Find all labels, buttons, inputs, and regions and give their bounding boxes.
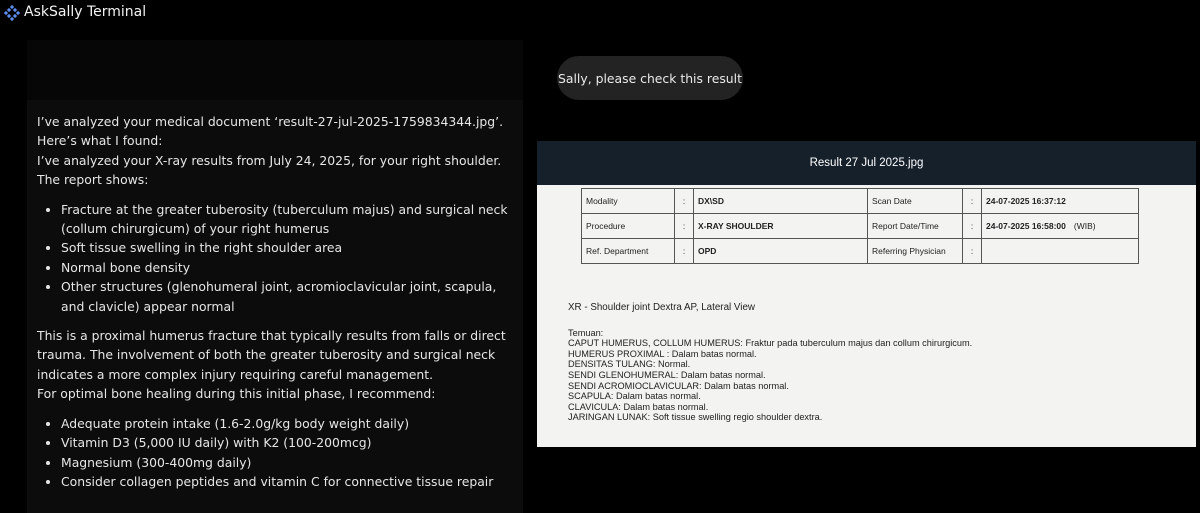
report-datetime: 24-07-2025 16:58:00	[986, 221, 1066, 231]
assistant-message: I’ve analyzed your medical document ‘res…	[37, 112, 523, 501]
document-image: Modality : DX\SD Scan Date : 24-07-2025 …	[537, 185, 1196, 447]
list-item: Other structures (glenohumeral joint, ac…	[61, 277, 523, 316]
list-item: Vitamin D3 (5,000 IU daily) with K2 (100…	[61, 433, 523, 452]
table-cell: Modality	[581, 188, 675, 214]
table-row: Modality : DX\SD Scan Date : 24-07-2025 …	[581, 188, 1139, 214]
report-line: SCAPULA: Dalam batas normal.	[568, 391, 701, 402]
attachment-header: Result 27 Jul 2025.jpg	[537, 141, 1196, 185]
table-cell	[981, 238, 1139, 264]
report-line: DENSITAS TULANG: Normal.	[568, 359, 691, 370]
app-title: AskSally Terminal	[24, 4, 147, 20]
list-item: Normal bone density	[61, 258, 523, 277]
table-cell: Referring Physician	[867, 238, 963, 264]
explanation-paragraph: This is a proximal humerus fracture that…	[37, 328, 506, 382]
table-cell: Ref. Department	[581, 238, 675, 264]
table-row: Procedure : X-RAY SHOULDER Report Date/T…	[581, 213, 1139, 239]
list-item: Adequate protein intake (1.6-2.0g/kg bod…	[61, 414, 523, 433]
table-cell: 24-07-2025 16:58:00 (WIB)	[981, 213, 1139, 239]
table-cell: :	[674, 188, 694, 214]
intro-paragraph-1: I’ve analyzed your medical document ‘res…	[37, 114, 504, 149]
table-cell: :	[962, 238, 982, 264]
report-line: CAPUT HUMERUS, COLLUM HUMERUS: Fraktur p…	[568, 338, 973, 349]
chat-panel-top	[27, 40, 523, 100]
report-body: XR - Shoulder joint Dextra AP, Lateral V…	[568, 302, 973, 423]
asksally-logo-icon	[4, 5, 20, 21]
table-row: Ref. Department : OPD Referring Physicia…	[581, 238, 1139, 264]
table-cell: :	[674, 213, 694, 239]
attachment-preview[interactable]: Result 27 Jul 2025.jpg Modality : DX\SD …	[537, 141, 1196, 447]
intro-paragraph-2: I’ve analyzed your X-ray results from Ju…	[37, 152, 502, 188]
report-line: SENDI GLENOHUMERAL: Dalam batas normal.	[568, 369, 766, 380]
report-view-title: XR - Shoulder joint Dextra AP, Lateral V…	[568, 302, 755, 313]
report-line: JARINGAN LUNAK: Soft tissue swelling reg…	[568, 412, 823, 423]
report-line: HUMERUS PROXIMAL : Dalam batas normal.	[568, 348, 757, 359]
recommend-intro: For optimal bone healing during this ini…	[37, 386, 436, 402]
table-cell: 24-07-2025 16:37:12	[981, 188, 1139, 214]
report-line: CLAVICULA: Dalam batas normal.	[568, 401, 709, 412]
attachment-filename: Result 27 Jul 2025.jpg	[809, 157, 924, 169]
table-cell: Scan Date	[867, 188, 963, 214]
table-cell: Procedure	[581, 213, 675, 239]
list-item: Magnesium (300-400mg daily)	[61, 453, 523, 472]
report-meta-table: Modality : DX\SD Scan Date : 24-07-2025 …	[581, 188, 1139, 264]
list-item: Consider collagen peptides and vitamin C…	[61, 472, 523, 491]
list-item: Soft tissue swelling in the right should…	[61, 238, 523, 257]
table-cell: X-RAY SHOULDER	[693, 213, 868, 239]
table-cell: :	[674, 238, 694, 264]
table-cell: :	[962, 213, 982, 239]
report-line: SENDI ACROMIOCLAVICULAR: Dalam batas nor…	[568, 380, 789, 391]
table-cell: OPD	[693, 238, 868, 264]
user-message-bubble: Sally, please check this result	[557, 56, 743, 100]
table-cell: :	[962, 188, 982, 214]
title-bar: AskSally Terminal	[0, 0, 1200, 27]
recommendations-list: Adequate protein intake (1.6-2.0g/kg bod…	[37, 414, 523, 492]
user-message-text: Sally, please check this result	[558, 70, 742, 86]
table-cell: DX\SD	[693, 188, 868, 214]
findings-list: Fracture at the greater tuberosity (tube…	[37, 200, 523, 316]
list-item: Fracture at the greater tuberosity (tube…	[61, 200, 523, 239]
report-line: Temuan:	[568, 327, 604, 338]
timezone-label: (WIB)	[1073, 221, 1096, 231]
table-cell: Report Date/Time	[867, 213, 963, 239]
